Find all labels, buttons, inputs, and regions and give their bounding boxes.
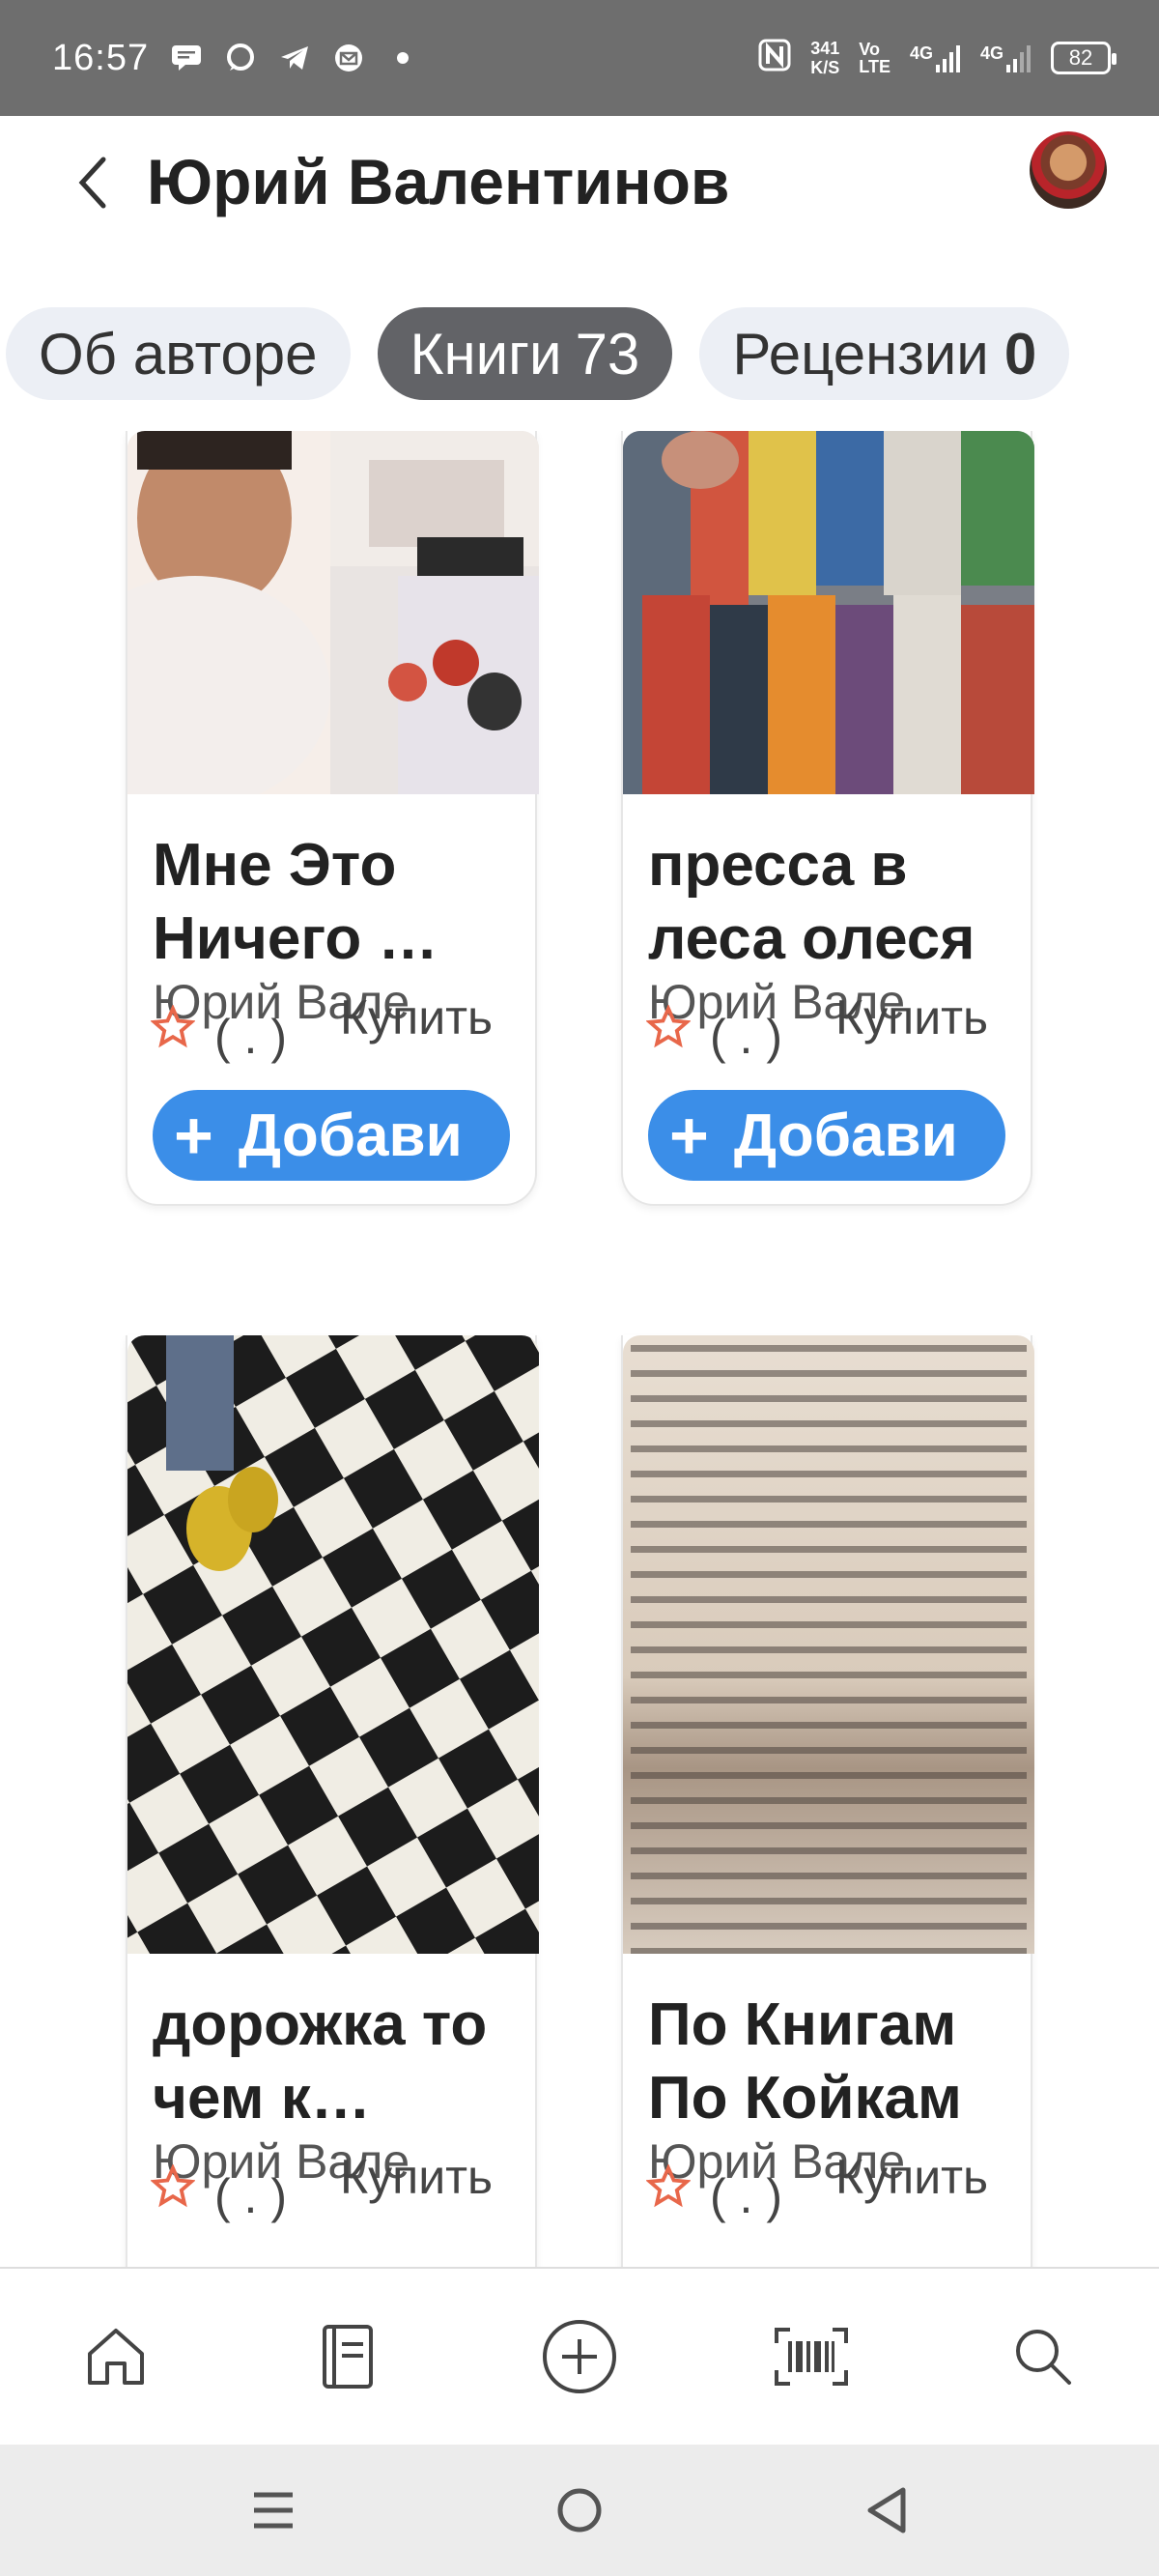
volte-indicator: Vo LTE bbox=[859, 41, 890, 75]
tab-bar: Об авторе Книги 73 Рецензии 0 bbox=[0, 307, 1159, 400]
book-cover[interactable] bbox=[127, 1335, 539, 1954]
signal-1-icon: 4G bbox=[910, 43, 961, 72]
chat-icon bbox=[224, 43, 257, 72]
book-title[interactable]: дорожка то чем к… bbox=[127, 1954, 535, 2143]
add-button[interactable]: + Добави bbox=[153, 1090, 510, 1181]
plus-icon: + bbox=[669, 1098, 709, 1173]
nav-add[interactable] bbox=[536, 2313, 623, 2400]
add-button-label: Добави bbox=[733, 1102, 958, 1169]
speed-unit: K/S bbox=[810, 58, 840, 77]
circle-icon bbox=[557, 2488, 602, 2533]
book-card[interactable]: дорожка то чем к… Юрий Вале ( . ) Купить bbox=[126, 1335, 539, 2267]
avatar[interactable] bbox=[1030, 131, 1107, 209]
add-button-label: Добави bbox=[238, 1102, 463, 1169]
book-icon bbox=[323, 2325, 373, 2389]
bottom-nav bbox=[0, 2267, 1159, 2445]
chevron-left-icon bbox=[78, 157, 106, 209]
book-cover[interactable] bbox=[623, 1335, 1034, 1954]
star-icon bbox=[646, 2164, 691, 2208]
nav-search[interactable] bbox=[1000, 2313, 1087, 2400]
tab-count: 73 bbox=[575, 321, 640, 386]
books-grid: Мне Это Ничего … Юрий Вале ( . ) Купить … bbox=[0, 431, 1159, 2267]
book-title[interactable]: По Книгам По Койкам bbox=[623, 1954, 1031, 2143]
add-button[interactable]: + Добави bbox=[648, 1090, 1005, 1181]
nav-library[interactable] bbox=[304, 2313, 391, 2400]
back-button[interactable] bbox=[68, 149, 116, 216]
system-nav bbox=[0, 2445, 1159, 2576]
battery-icon: 82 bbox=[1051, 42, 1117, 74]
book-meta: Юрий Вале ( . ) Купить bbox=[127, 975, 535, 1090]
book-title[interactable]: Мне Это Ничего … bbox=[127, 794, 535, 984]
book-meta: Юрий Вале ( . ) Купить bbox=[623, 2134, 1031, 2249]
buy-link[interactable]: Купить bbox=[835, 989, 988, 1045]
telegram-icon bbox=[278, 43, 311, 72]
star-icon bbox=[646, 1005, 691, 1048]
book-meta: Юрий Вале ( . ) Купить bbox=[127, 2134, 535, 2249]
tab-books[interactable]: Книги 73 bbox=[377, 307, 673, 400]
sys-back-button[interactable] bbox=[853, 2476, 920, 2544]
barcode-scan-icon bbox=[775, 2328, 848, 2386]
book-cover[interactable] bbox=[127, 431, 539, 794]
speed-value: 341 bbox=[810, 39, 840, 58]
signal-2-icon: 4G bbox=[980, 43, 1032, 72]
plus-circle-icon bbox=[543, 2320, 616, 2393]
menu-icon bbox=[253, 2492, 293, 2529]
nav-home[interactable] bbox=[72, 2313, 159, 2400]
tab-count: 0 bbox=[1004, 321, 1037, 386]
tab-about-author[interactable]: Об авторе bbox=[6, 307, 351, 400]
buy-link[interactable]: Купить bbox=[835, 2149, 988, 2205]
book-rating: ( . ) bbox=[710, 1010, 782, 1064]
star-icon bbox=[151, 2164, 195, 2208]
search-icon bbox=[1016, 2330, 1071, 2385]
buy-link[interactable]: Купить bbox=[340, 989, 493, 1045]
mail-icon bbox=[332, 43, 365, 72]
sys-menu-button[interactable] bbox=[240, 2476, 307, 2544]
volte-bottom: LTE bbox=[859, 57, 890, 76]
book-cover[interactable] bbox=[623, 431, 1034, 794]
home-icon bbox=[88, 2329, 144, 2385]
book-title[interactable]: пресса в леса олеся bbox=[623, 794, 1031, 984]
book-meta: Юрий Вале ( . ) Купить bbox=[623, 975, 1031, 1090]
header: Юрий Валентинов bbox=[0, 116, 1159, 261]
volte-top: Vo bbox=[859, 40, 880, 59]
page-title: Юрий Валентинов bbox=[147, 146, 730, 217]
nfc-icon bbox=[758, 39, 791, 77]
nav-scan[interactable] bbox=[768, 2313, 855, 2400]
tab-label: Книги bbox=[410, 321, 562, 386]
book-rating: ( . ) bbox=[214, 1010, 287, 1064]
star-icon bbox=[151, 1005, 195, 1048]
plus-icon: + bbox=[174, 1098, 213, 1173]
book-card[interactable]: пресса в леса олеся Юрий Вале ( . ) Купи… bbox=[621, 431, 1034, 1206]
buy-link[interactable]: Купить bbox=[340, 2149, 493, 2205]
book-rating: ( . ) bbox=[710, 2169, 782, 2223]
sys-home-button[interactable] bbox=[546, 2476, 613, 2544]
tab-label: Об авторе bbox=[39, 321, 318, 386]
book-card[interactable]: Мне Это Ничего … Юрий Вале ( . ) Купить … bbox=[126, 431, 539, 1206]
notification-icons bbox=[170, 43, 419, 72]
network-speed: 341 K/S bbox=[810, 39, 839, 77]
status-time: 16:57 bbox=[52, 37, 150, 78]
triangle-back-icon bbox=[867, 2487, 905, 2533]
status-bar: 16:57 341 K/S Vo LTE 4G 4G 82 bbox=[0, 0, 1159, 116]
book-rating: ( . ) bbox=[214, 2169, 287, 2223]
book-card[interactable]: По Книгам По Койкам Юрий Вале ( . ) Купи… bbox=[621, 1335, 1034, 2267]
tab-reviews[interactable]: Рецензии 0 bbox=[699, 307, 1070, 400]
more-dot-icon bbox=[386, 43, 419, 72]
tab-label: Рецензии bbox=[732, 321, 989, 386]
message-icon bbox=[170, 43, 203, 72]
system-indicators: 341 K/S Vo LTE 4G 4G 82 bbox=[758, 39, 1117, 77]
battery-level: 82 bbox=[1068, 45, 1093, 70]
